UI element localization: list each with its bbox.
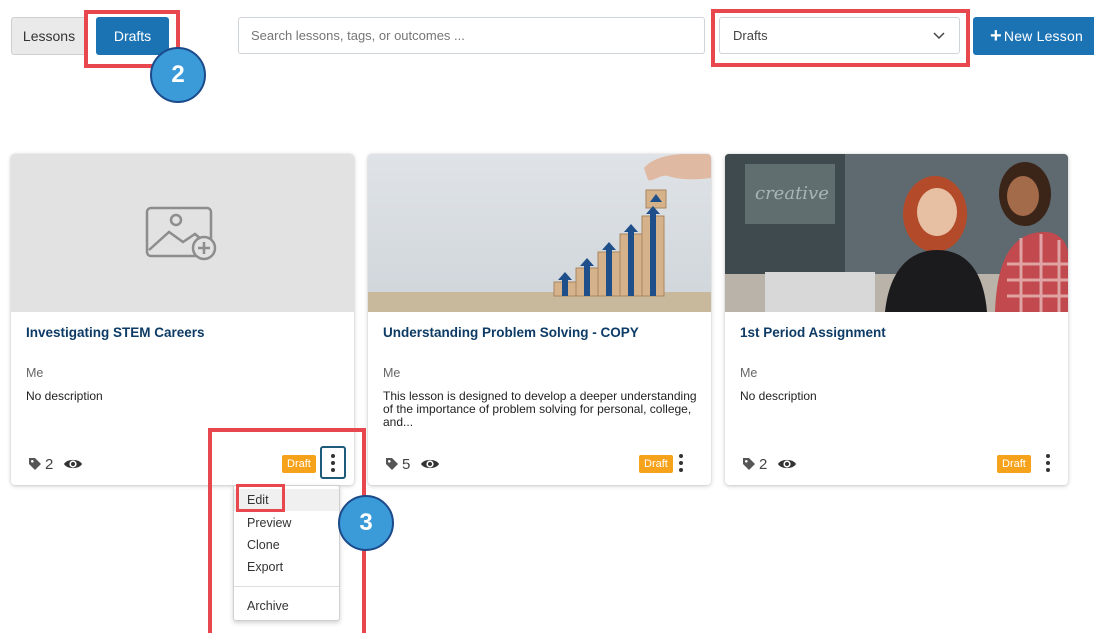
draft-status-badge: Draft	[997, 455, 1031, 473]
step-number: 2	[171, 61, 185, 88]
menu-item-export[interactable]: Export	[247, 560, 283, 574]
step-badge: 3	[338, 495, 394, 551]
lesson-card[interactable]: Investigating STEM Careers Me No descrip…	[11, 154, 354, 485]
card-thumbnail	[368, 154, 711, 312]
card-author: Me	[26, 366, 44, 380]
tag-count-value: 2	[45, 455, 54, 473]
card-description: No description	[740, 389, 817, 403]
new-lesson-button[interactable]: + New Lesson	[973, 17, 1094, 55]
kebab-icon	[1046, 453, 1050, 472]
more-options-button[interactable]	[668, 446, 694, 479]
tag-icon	[386, 458, 398, 470]
tag-count: 2	[28, 456, 53, 473]
wooden-blocks-stairs-photo	[368, 154, 711, 312]
tab-drafts-label: Drafts	[113, 28, 152, 44]
card-thumbnail	[11, 154, 354, 312]
tag-count-value: 2	[759, 455, 768, 473]
step-badge: 2	[150, 47, 206, 103]
menu-item-archive[interactable]: Archive	[247, 599, 289, 613]
tag-icon	[29, 458, 41, 470]
card-title[interactable]: Investigating STEM Careers	[26, 325, 205, 340]
plus-icon: +	[990, 25, 1002, 47]
card-footer: 2 Draft	[742, 453, 1068, 475]
more-options-button[interactable]	[1035, 446, 1061, 479]
kebab-icon	[679, 453, 683, 472]
search-input[interactable]	[238, 17, 705, 54]
tab-lessons[interactable]: Lessons	[11, 17, 87, 55]
chevron-down-icon	[933, 31, 945, 39]
status-filter-value: Drafts	[733, 28, 768, 43]
tag-count-value: 5	[402, 455, 411, 473]
image-placeholder-icon	[145, 206, 217, 261]
tab-lessons-label: Lessons	[22, 28, 76, 44]
menu-item-edit[interactable]: Edit	[234, 489, 339, 511]
card-footer: 2 Draft	[28, 446, 354, 479]
new-lesson-label: New Lesson	[1003, 28, 1083, 44]
status-filter-select[interactable]: Drafts	[719, 17, 960, 54]
tag-count: 2	[742, 456, 767, 473]
lesson-card[interactable]: Understanding Problem Solving - COPY Me …	[368, 154, 711, 485]
menu-item-clone[interactable]: Clone	[247, 538, 280, 552]
eye-icon[interactable]	[777, 457, 797, 471]
tag-count: 5	[385, 456, 410, 473]
kebab-icon	[331, 453, 335, 472]
card-options-menu: Edit Preview Clone Export Archive	[233, 485, 340, 621]
tab-drafts[interactable]: Drafts	[96, 17, 169, 55]
menu-divider	[234, 586, 339, 587]
eye-icon[interactable]	[420, 457, 440, 471]
card-description: This lesson is designed to develop a dee…	[383, 389, 697, 429]
card-footer: 5 Draft	[385, 453, 711, 475]
step-number: 3	[359, 509, 373, 536]
more-options-button[interactable]	[320, 446, 346, 479]
card-author: Me	[383, 366, 401, 380]
card-author: Me	[740, 366, 758, 380]
lesson-card[interactable]: creative 1st Period Assignment Me No des…	[725, 154, 1068, 485]
eye-icon[interactable]	[63, 457, 83, 471]
card-title[interactable]: Understanding Problem Solving - COPY	[383, 325, 639, 340]
card-title[interactable]: 1st Period Assignment	[740, 325, 886, 340]
card-thumbnail: creative	[725, 154, 1068, 312]
svg-text:creative: creative	[755, 183, 829, 204]
draft-status-badge: Draft	[282, 455, 316, 473]
menu-item-preview[interactable]: Preview	[247, 516, 291, 530]
tag-icon	[743, 458, 755, 470]
card-description: No description	[26, 389, 103, 403]
women-at-laptop-photo: creative	[725, 154, 1068, 312]
